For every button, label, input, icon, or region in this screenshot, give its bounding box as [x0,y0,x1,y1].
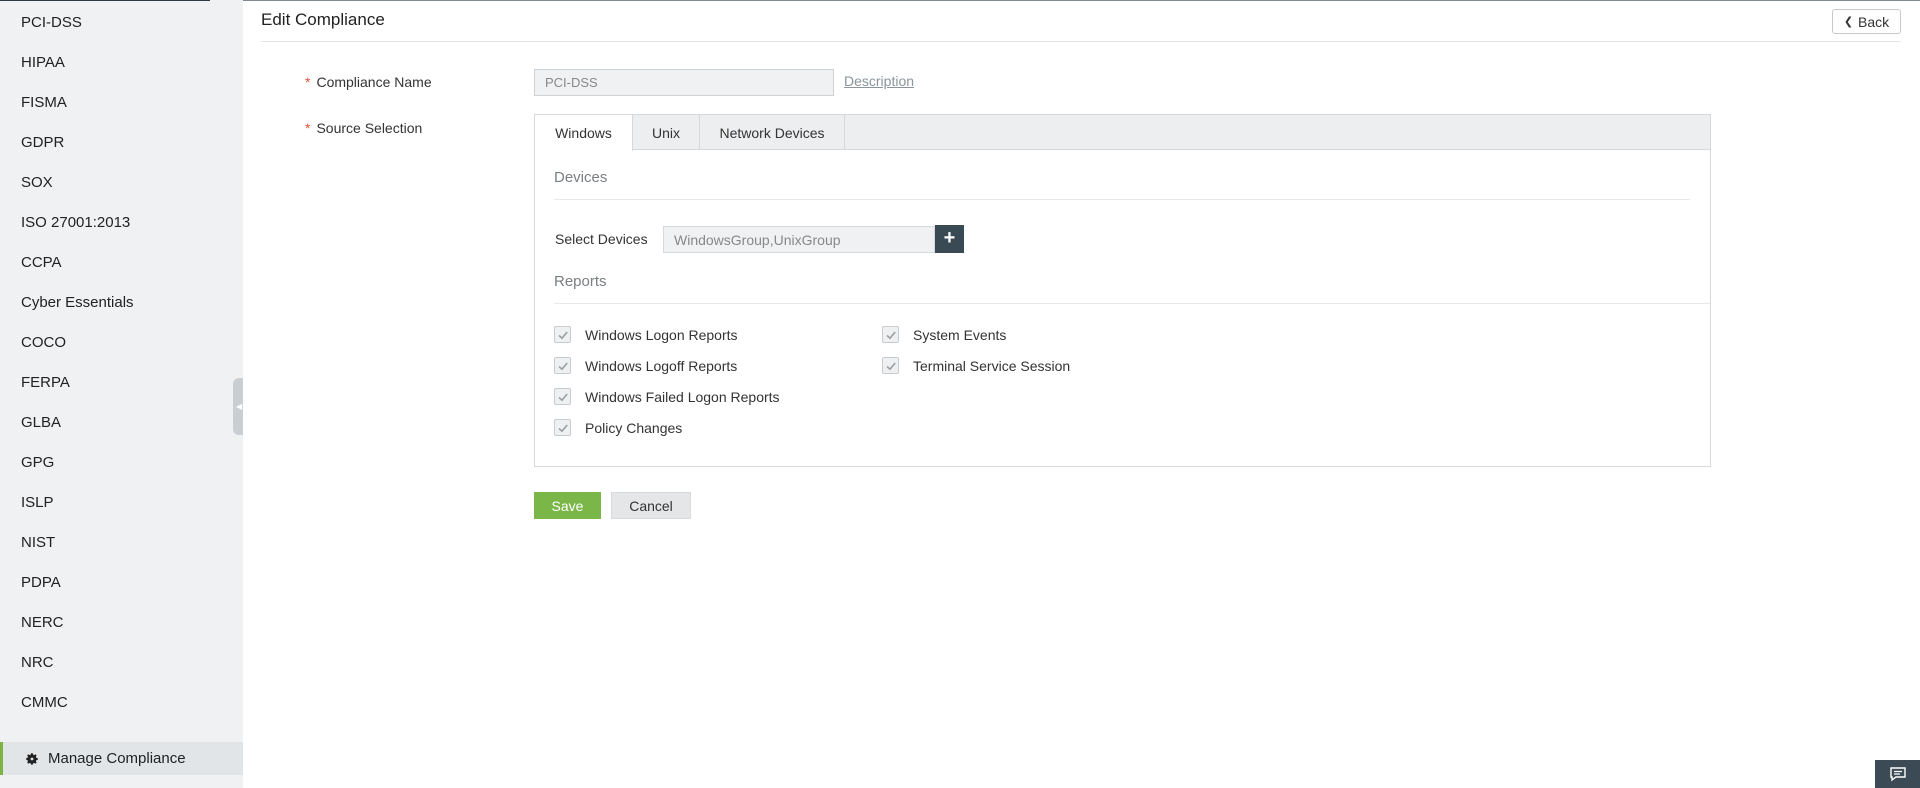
description-link[interactable]: Description [844,73,914,89]
chevron-left-icon: ❮ [1843,16,1854,28]
sidebar-top-divider [0,0,210,1]
checkbox[interactable] [554,326,571,343]
sidebar-item-nerc[interactable]: NERC [21,614,64,631]
devices-divider [554,199,1690,200]
header-divider [261,41,1901,42]
source-tabs: Windows Unix Network Devices [535,115,1710,151]
report-label: Policy Changes [585,419,683,436]
report-label: Terminal Service Session [913,357,1071,374]
chat-button[interactable] [1875,760,1920,788]
source-selection-label: * Source Selection [305,120,422,136]
report-policy-changes[interactable]: Policy Changes [554,419,682,436]
sidebar: PCI-DSS HIPAA FISMA GDPR SOX ISO 27001:2… [0,0,243,788]
cancel-button[interactable]: Cancel [611,492,691,519]
checkmark-icon [885,330,896,339]
checkbox[interactable] [882,357,899,374]
sidebar-item-glba[interactable]: GLBA [21,414,61,431]
checkmark-icon [557,330,568,339]
source-selection-panel: Windows Unix Network Devices Devices Sel… [534,114,1711,467]
report-label: Windows Logoff Reports [585,357,738,374]
manage-compliance-button[interactable]: Manage Compliance [0,742,243,775]
sidebar-item-gdpr[interactable]: GDPR [21,134,64,151]
compliance-name-input[interactable] [534,69,834,96]
sidebar-item-ccpa[interactable]: CCPA [21,254,62,271]
sidebar-item-cyber-essentials[interactable]: Cyber Essentials [21,294,134,311]
checkmark-icon [885,361,896,370]
report-windows-logoff[interactable]: Windows Logoff Reports [554,357,737,374]
gear-icon [26,752,38,765]
report-system-events[interactable]: System Events [882,326,1006,343]
back-button[interactable]: ❮ Back [1832,9,1901,34]
required-mark: * [305,74,311,90]
sidebar-item-coco[interactable]: COCO [21,334,66,351]
report-label: System Events [913,326,1007,343]
sidebar-item-gpg[interactable]: GPG [21,454,54,471]
report-label: Windows Failed Logon Reports [585,388,780,405]
checkmark-icon [557,392,568,401]
required-mark: * [305,120,311,136]
chat-icon [1889,767,1906,782]
save-button[interactable]: Save [534,492,601,519]
sidebar-item-hipaa[interactable]: HIPAA [21,54,65,71]
sidebar-item-cmmc[interactable]: CMMC [21,694,68,711]
sidebar-collapse-handle[interactable]: ◀ [233,378,243,435]
sidebar-item-ferpa[interactable]: FERPA [21,374,70,391]
manage-compliance-label: Manage Compliance [48,750,186,767]
collapse-arrow-icon: ◀ [236,402,243,411]
back-label: Back [1858,13,1890,30]
reports-section-title: Reports [554,273,607,290]
report-terminal-service-session[interactable]: Terminal Service Session [882,357,1070,374]
compliance-name-label: * Compliance Name [305,74,432,90]
checkbox[interactable] [554,357,571,374]
report-windows-logon[interactable]: Windows Logon Reports [554,326,738,343]
sidebar-item-nist[interactable]: NIST [21,534,55,551]
tab-windows[interactable]: Windows [535,115,633,151]
devices-section-title: Devices [554,169,608,186]
sidebar-item-fisma[interactable]: FISMA [21,94,67,111]
sidebar-item-pdpa[interactable]: PDPA [21,574,61,591]
sidebar-item-islp[interactable]: ISLP [21,494,54,511]
report-windows-failed-logon[interactable]: Windows Failed Logon Reports [554,388,780,405]
tab-network-devices[interactable]: Network Devices [700,115,845,150]
checkbox[interactable] [554,419,571,436]
reports-divider [554,303,1710,304]
checkmark-icon [557,423,568,432]
checkbox[interactable] [882,326,899,343]
tab-unix[interactable]: Unix [633,115,700,150]
compliance-name-label-text: Compliance Name [316,74,432,90]
select-devices-input[interactable] [663,226,935,253]
source-selection-label-text: Source Selection [316,120,423,136]
page-title: Edit Compliance [261,10,385,29]
sidebar-item-pci-dss[interactable]: PCI-DSS [21,14,82,31]
add-devices-button[interactable]: + [935,225,964,253]
sidebar-item-sox[interactable]: SOX [21,174,53,191]
sidebar-item-iso-27001[interactable]: ISO 27001:2013 [21,214,130,231]
sidebar-item-nrc[interactable]: NRC [21,654,54,671]
checkbox[interactable] [554,388,571,405]
report-label: Windows Logon Reports [585,326,738,343]
checkmark-icon [557,361,568,370]
top-divider [243,0,1920,1]
select-devices-label: Select Devices [555,231,648,247]
